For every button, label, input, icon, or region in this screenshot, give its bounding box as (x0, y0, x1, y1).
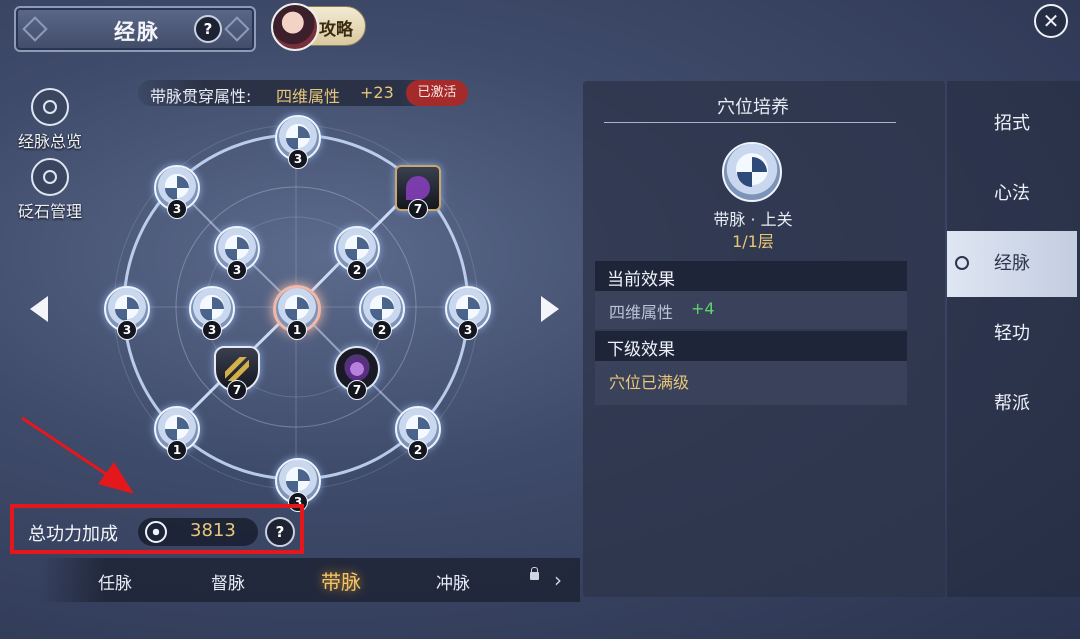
effect-value: +4 (691, 299, 715, 318)
tab-ren-meridian[interactable]: 任脉 (80, 569, 150, 594)
current-effect-header-text: 当前效果 (607, 270, 675, 290)
divider (604, 122, 896, 123)
acupoint-name: 带脉 · 上关 (713, 210, 793, 229)
total-power-value: 3813 (190, 520, 236, 541)
current-effect-body: 四维属性 +4 (595, 291, 907, 329)
panel-title: 穴位培养 (717, 97, 789, 118)
total-power-label: 总功力加成 (28, 524, 118, 545)
power-help-button[interactable]: ? (265, 517, 295, 547)
next-effect-header: 下级效果 (595, 331, 907, 361)
next-effect-body: 穴位已满级 (595, 361, 907, 405)
power-icon (145, 521, 167, 543)
tab-du-meridian[interactable]: 督脉 (193, 569, 263, 594)
lock-icon (530, 567, 539, 580)
nav-item-moves[interactable]: 招式 (947, 91, 1077, 157)
selected-acupoint-icon (722, 142, 782, 202)
nav-item-guild[interactable]: 帮派 (947, 371, 1077, 437)
cross-icon (737, 157, 767, 187)
max-level-text: 穴位已满级 (609, 373, 690, 392)
meridian-nav-icon (955, 256, 969, 270)
tab-dai-meridian[interactable]: 带脉 (306, 566, 376, 595)
nav-item-mind-method[interactable]: 心法 (947, 161, 1077, 227)
next-effect-header-text: 下级效果 (607, 340, 675, 360)
current-effect-header: 当前效果 (595, 261, 907, 291)
effect-name: 四维属性 (609, 303, 674, 322)
tab-chong-meridian[interactable]: 冲脉 (418, 569, 488, 594)
acupoint-level: 1/1层 (732, 232, 774, 251)
chevron-right-icon[interactable]: › (554, 568, 562, 592)
nav-item-qinggong[interactable]: 轻功 (947, 301, 1077, 367)
